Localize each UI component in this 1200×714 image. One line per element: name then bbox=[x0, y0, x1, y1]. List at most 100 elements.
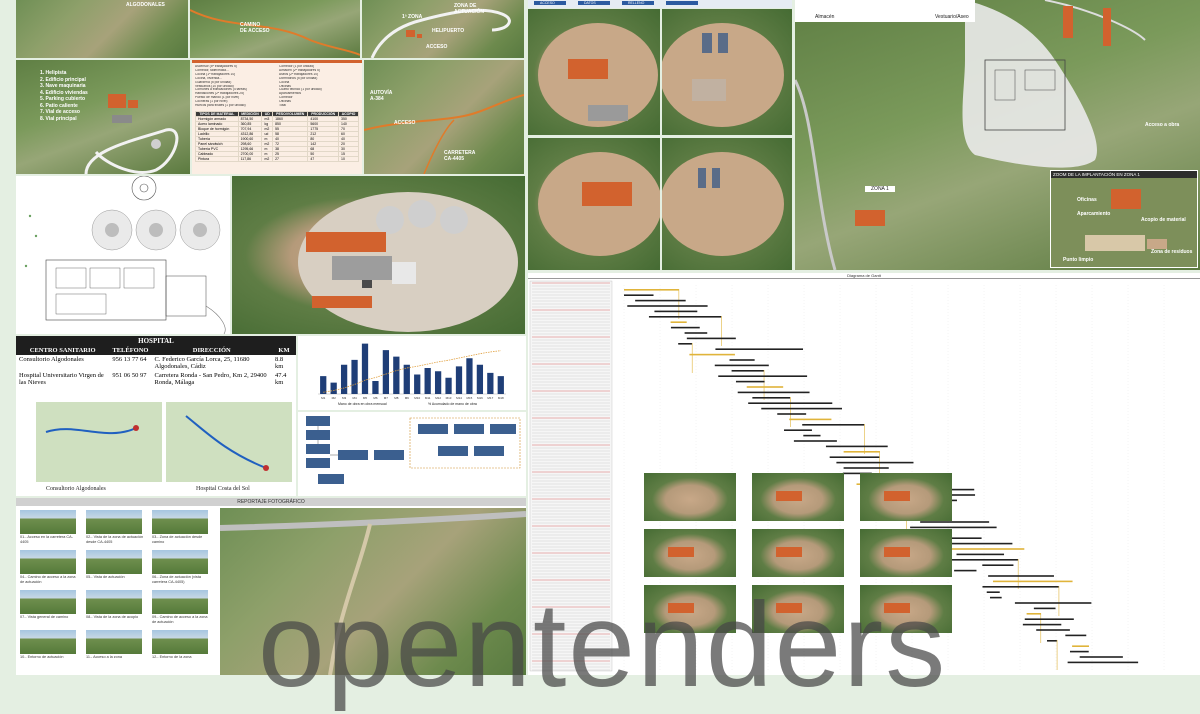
chart-tick-label: M3 bbox=[342, 396, 346, 400]
photo-thumbnail bbox=[86, 510, 142, 534]
materials-header-cell: MEDICIÓN bbox=[237, 110, 263, 117]
hospital-cell: 8.8 km bbox=[275, 356, 284, 370]
photo-report-title: REPORTAJE FOTOGRÁFICO bbox=[16, 498, 526, 506]
gantt-bar bbox=[737, 391, 810, 394]
chart-tick-label: M1 bbox=[321, 396, 325, 400]
hospital-map-right bbox=[166, 402, 292, 482]
toolbar-button[interactable]: DATOS bbox=[578, 1, 610, 5]
chart-tick-label: M6 bbox=[373, 396, 377, 400]
chart-tick-label: M17 bbox=[487, 396, 493, 400]
chart-tick-label: M7 bbox=[384, 396, 388, 400]
zoom-label-storage: Acopio de material bbox=[1141, 217, 1186, 223]
gantt-bar bbox=[843, 451, 880, 453]
gantt-bar bbox=[825, 445, 888, 448]
chart-bar bbox=[340, 364, 348, 394]
materials-cell: Pintura bbox=[195, 155, 239, 162]
road-label-access: ACCESO bbox=[394, 120, 416, 126]
chart-bar bbox=[393, 356, 400, 394]
chart-tick-label: M14 bbox=[456, 396, 462, 400]
zone-label: ZONA 1 bbox=[865, 186, 895, 192]
chart-tick-label: M8 bbox=[394, 396, 398, 400]
satellite-tile-zone: 1ª ZONA ZONA DE ACTUACIÓN HELIPUERTO ACC… bbox=[362, 0, 524, 58]
materials-body: Hormigón armado 8734,50 m3 1860 4100 350 Acero… bbox=[195, 115, 359, 162]
zoom-label-parking: Aparcamiento bbox=[1077, 211, 1111, 217]
gantt-bar bbox=[654, 310, 698, 313]
render-drawing bbox=[662, 23, 784, 127]
gantt-render-thumbnail bbox=[644, 473, 736, 521]
gantt-render-thumbnail bbox=[752, 529, 844, 577]
zoom-label-offices: Oficinas bbox=[1077, 197, 1097, 203]
gantt-bar bbox=[635, 299, 686, 302]
zoom-label-waste: Zona de residuos bbox=[1151, 249, 1193, 255]
zoom-label-clean: Punto limpio bbox=[1063, 257, 1094, 263]
site-legend: 1. Helipista 2. Edificio principal 3. Nave… bbox=[40, 70, 88, 122]
render-drawing bbox=[538, 23, 658, 127]
gantt-bar bbox=[1067, 661, 1139, 664]
org-chart-panel bbox=[298, 412, 526, 496]
gantt-bar bbox=[624, 289, 679, 291]
chart-bar bbox=[330, 382, 337, 394]
floor-plan-panel bbox=[16, 176, 230, 334]
gantt-bar bbox=[793, 440, 837, 442]
photo-caption: 05.- Vista de actuación bbox=[86, 575, 125, 579]
photo-thumbnail bbox=[20, 590, 76, 614]
chart-line-series bbox=[323, 350, 501, 393]
render-view-bottom-left bbox=[528, 138, 660, 270]
hospital-table: CENTRO SANITARIO TELÉFONO DIRECCIÓN KM Cons… bbox=[16, 346, 296, 387]
zoom-title: ZOOM DE LA IMPLANTACIÓN EN ZONA 1 bbox=[1051, 171, 1197, 178]
toolbar-button[interactable]: ACCESO bbox=[534, 1, 566, 5]
toolbar-button[interactable] bbox=[666, 1, 698, 5]
photo-caption: 10.- Entorno de actuación bbox=[20, 655, 64, 659]
hospital-panel: HOSPITAL CENTRO SANITARIO TELÉFONO DIRECCI… bbox=[16, 336, 296, 496]
gantt-bar bbox=[729, 359, 755, 361]
gantt-bar bbox=[714, 364, 769, 367]
chart-tick-label: M11 bbox=[425, 396, 431, 400]
gantt-render-thumbnail bbox=[860, 529, 952, 577]
hospital-cell: Carretera Ronda - San Pedro, Km 2, 29400… bbox=[154, 372, 267, 386]
materials-header-cell: PESO/VOLUMEN bbox=[272, 110, 309, 117]
chart-bar bbox=[466, 358, 473, 394]
materials-cell: 117,86 bbox=[237, 155, 263, 162]
legend-item: 3. Nave maquinaria bbox=[40, 83, 86, 89]
gantt-bar bbox=[982, 586, 1059, 588]
render-view-top-left bbox=[528, 9, 660, 135]
tile-label: HELIPUERTO bbox=[432, 28, 465, 34]
route-map-right bbox=[185, 415, 269, 471]
materials-row: Pintura 117,86 m2 27 47 10 bbox=[195, 155, 359, 162]
chart-bar bbox=[487, 372, 494, 394]
program-item: Huecos para finales (1 por unidad) bbox=[195, 104, 246, 108]
gantt-bar bbox=[670, 326, 700, 329]
road-label-road: CARRETERA CA-4405 bbox=[444, 150, 476, 162]
gantt-bar bbox=[1072, 645, 1090, 647]
route-map-left bbox=[45, 425, 139, 435]
photo-thumbnail bbox=[152, 630, 208, 654]
gantt-bar bbox=[718, 375, 808, 377]
hospital-header-cell: KM bbox=[272, 346, 296, 355]
gantt-bar bbox=[648, 316, 722, 318]
site-plan-satellite: 1. Helipista 2. Edificio principal 3. Nave… bbox=[16, 60, 190, 174]
hospital-cell: C. Federico García Lorca, 25, 11680 Algo… bbox=[154, 356, 250, 370]
gantt-bar bbox=[784, 429, 812, 431]
materials-cell: m2 bbox=[261, 155, 274, 162]
chart-tick-label: M5 bbox=[363, 396, 367, 400]
chart-tick-label: M9 bbox=[405, 396, 409, 400]
materials-header-cell: PRODUCCIÓN bbox=[307, 110, 339, 117]
chart-bar bbox=[445, 377, 452, 394]
gantt-bar bbox=[843, 467, 889, 469]
top-label-lockers: Vestuario/Aseo bbox=[935, 14, 969, 20]
map-caption-right: Hospital Costa del Sol bbox=[196, 486, 250, 492]
chart-tick-label: M18 bbox=[498, 396, 504, 400]
chart-bar bbox=[361, 343, 369, 394]
gantt-bar bbox=[761, 407, 842, 410]
photo-thumbnail bbox=[86, 630, 142, 654]
photo-caption: 03.- Zona de actuación desde camino bbox=[152, 535, 203, 544]
photo-thumbnail bbox=[86, 550, 142, 574]
hospital-header-row: CENTRO SANITARIO TELÉFONO DIRECCIÓN KM bbox=[16, 346, 296, 355]
gantt-bar bbox=[1033, 607, 1056, 610]
photo-thumbnail bbox=[20, 510, 76, 534]
hospital-cell: Hospital Universitario Virgen de las Nie… bbox=[19, 372, 104, 386]
gantt-bar bbox=[986, 591, 1000, 593]
photo-thumbnail bbox=[20, 550, 76, 574]
gantt-bar bbox=[684, 332, 708, 334]
toolbar-button[interactable]: RELLENO bbox=[622, 1, 654, 5]
